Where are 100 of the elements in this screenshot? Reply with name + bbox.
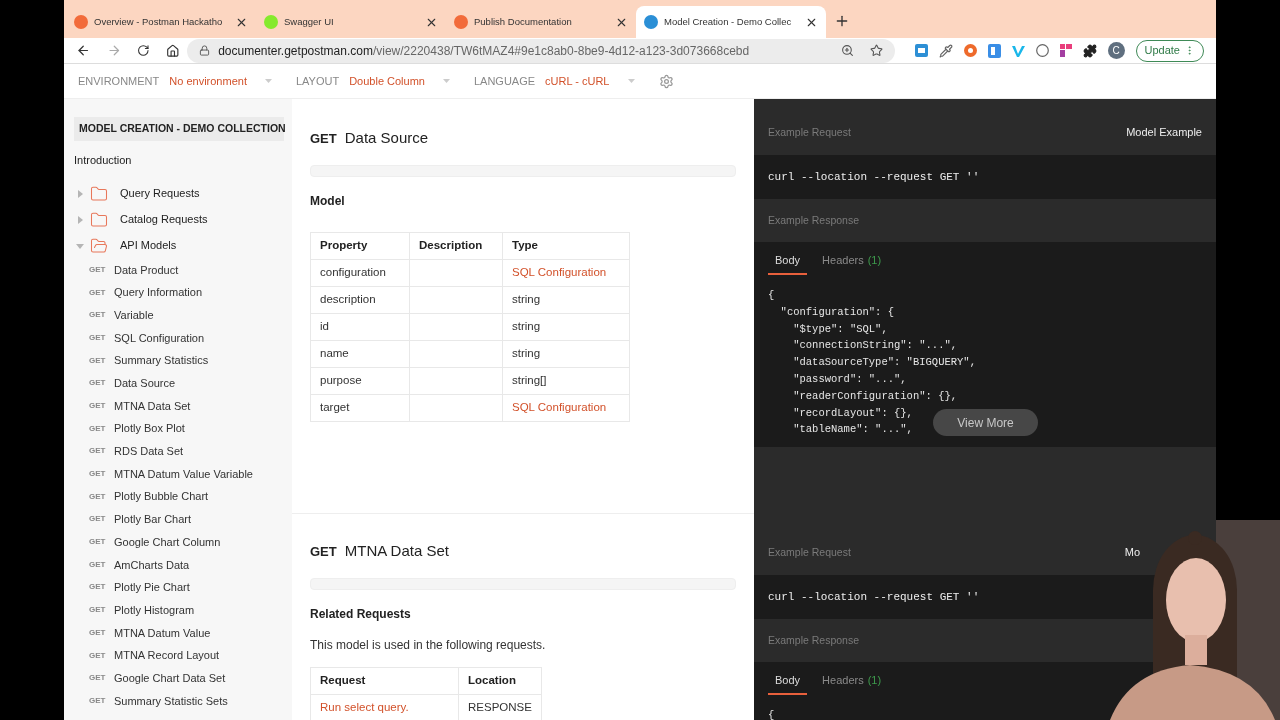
profile-avatar[interactable]: C [1107, 42, 1125, 59]
method-label: GET [89, 490, 107, 503]
request-item[interactable]: GET RDS Data Set [74, 440, 284, 463]
url-text: documenter.getpostman.com/view/2220438/TW6tMAZ4#9e1c8ab0-8be9-4d12-a123-3d073668cebd [218, 42, 751, 60]
table-cell: string [502, 313, 630, 340]
table-cell: string [502, 286, 630, 313]
request-item[interactable]: GET Summary Statistics [74, 349, 284, 372]
folder-item[interactable]: API Models [74, 232, 284, 259]
response-tab[interactable]: Headers (1) [815, 668, 889, 695]
type-link[interactable]: SQL Configuration [502, 259, 630, 286]
method-label: GET [310, 130, 337, 148]
folder-name: Query Requests [120, 186, 200, 202]
document-icon[interactable] [987, 43, 1001, 58]
model-example-label: Mo [1124, 545, 1140, 561]
book-icon[interactable] [914, 44, 928, 57]
lifebuoy-icon[interactable] [963, 44, 977, 57]
request-item[interactable]: GET Plotly Bar Chart [74, 508, 284, 531]
browser-tab[interactable]: Swagger UI [256, 6, 446, 38]
request-name: Query Information [114, 285, 203, 301]
request-item[interactable]: GET Data Product [74, 258, 284, 282]
code-circle-icon[interactable] [1035, 44, 1049, 57]
folder-name: Catalog Requests [120, 212, 208, 228]
code-line: "configuration": { [779, 304, 895, 320]
eyedropper-icon[interactable] [938, 43, 953, 58]
browser-tab[interactable]: Publish Documentation [446, 6, 636, 38]
method-label: GET [89, 536, 107, 549]
request-item[interactable]: GET MTNA Record Layout [74, 644, 284, 667]
method-label: GET [89, 422, 107, 435]
method-label: GET [89, 581, 107, 594]
request-item[interactable]: GET Data Source [74, 371, 284, 395]
request-name: Variable [114, 307, 154, 323]
tab-title: Overview - Postman Hackatho [94, 14, 224, 29]
view-more-button[interactable]: View More [933, 409, 1038, 436]
method-label: GET [89, 286, 107, 299]
request-item[interactable]: GET SQL Configuration [74, 326, 284, 350]
settings-icon[interactable] [658, 73, 674, 89]
request-name: AmCharts Data [114, 557, 190, 573]
request-item[interactable]: GET MTNA Data Set [74, 394, 284, 418]
example-label: Example Request [768, 124, 851, 140]
code-line: "connectionString": "...", [792, 338, 958, 354]
method-label: GET [89, 354, 107, 367]
request-item[interactable]: GET MTNA Datum Value Variable [74, 462, 284, 486]
back-icon[interactable] [76, 43, 91, 58]
request-item[interactable]: GET MTNA Datum Value [74, 621, 284, 645]
request-item[interactable]: GET Plotly Bubble Chart [74, 485, 284, 509]
reload-icon[interactable] [137, 44, 150, 57]
request-item[interactable]: GET Summary Statistic Sets [74, 689, 284, 713]
home-icon[interactable] [165, 43, 180, 58]
type-link[interactable]: Run select query. [310, 694, 459, 720]
table-cell: configuration [310, 259, 410, 286]
request-item[interactable]: GET AmCharts Data [74, 553, 284, 577]
request-item[interactable]: GET Query Information [74, 281, 284, 304]
request-name: RDS Data Set [114, 444, 184, 460]
folder-item[interactable]: Query Requests [74, 180, 284, 207]
request-item[interactable]: GET Plotly Box Plot [74, 417, 284, 440]
toolbar-value[interactable]: No environment [169, 72, 247, 90]
address-bar[interactable]: documenter.getpostman.com/view/2220438/TW6tMAZ4#9e1c8ab0-8be9-4d12-a123-3d073668cebd [187, 38, 895, 63]
request-name: MTNA Datum Value Variable [114, 466, 253, 482]
response-tab[interactable]: Headers (1) [815, 248, 889, 275]
code-block: curl --location --request GET '' [754, 155, 1216, 199]
tab-title: Publish Documentation [474, 14, 573, 29]
method-label: GET [89, 513, 107, 526]
request-name: Plotly Box Plot [114, 421, 185, 437]
type-link[interactable]: SQL Configuration [502, 394, 630, 421]
toolbar-value[interactable]: cURL - cURL [545, 72, 610, 90]
method-label: GET [89, 309, 107, 322]
request-item[interactable]: GET Variable [74, 303, 284, 327]
extensions-icon[interactable] [1082, 43, 1097, 58]
request-name: Plotly Histogram [114, 602, 195, 618]
column-header: Request [310, 667, 459, 694]
request-item[interactable]: GET Google Chart Data Set [74, 666, 284, 690]
folder-name: API Models [120, 238, 177, 254]
browser-tab[interactable]: Overview - Postman Hackatho [66, 6, 256, 38]
tab-title: Model Creation - Demo Collec [664, 14, 793, 29]
toolbar-label: LANGUAGE [473, 73, 536, 89]
example-label: Example Response [768, 212, 860, 228]
request-item[interactable]: GET Plotly Histogram [74, 598, 284, 622]
folder-item[interactable]: Catalog Requests [74, 206, 284, 233]
toolbar-value[interactable]: Double Column [349, 72, 425, 90]
method-label: GET [89, 399, 107, 412]
request-item[interactable]: GET Plotly Pie Chart [74, 576, 284, 599]
bookmark-icon[interactable] [869, 44, 883, 57]
response-tab[interactable]: Body [768, 668, 808, 695]
browser-tab[interactable]: Model Creation - Demo Collec [636, 6, 826, 38]
column-header: Location [458, 667, 542, 694]
response-tab[interactable]: Body [768, 248, 808, 275]
table-cell: purpose [310, 367, 410, 394]
request-name: Plotly Bubble Chart [114, 489, 209, 505]
introduction-link[interactable]: Introduction [74, 152, 284, 169]
new-tab-icon[interactable] [834, 13, 850, 29]
code-line: { [768, 288, 775, 303]
code-line: "tableName": "...", [792, 422, 913, 438]
method-label: GET [89, 604, 107, 617]
code-line: "$type": "SQL", [792, 321, 888, 337]
blocks-icon[interactable] [1059, 44, 1072, 57]
zoom-icon[interactable] [840, 44, 854, 57]
method-label: GET [89, 649, 107, 662]
request-item[interactable]: GET Google Chart Column [74, 530, 284, 554]
section-text: This model is used in the following requests. [310, 636, 547, 654]
code-line: "recordLayout": {}, [792, 405, 913, 421]
